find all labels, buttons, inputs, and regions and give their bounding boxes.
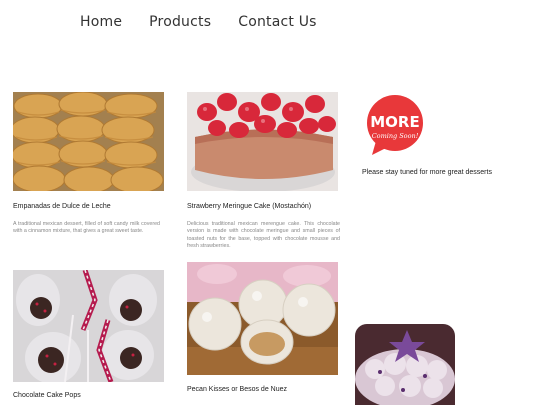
product-title[interactable]: Chocolate Cake Pops bbox=[13, 392, 81, 399]
empanadas-image bbox=[13, 92, 164, 191]
product-description: Delicious traditional mexican merengue c… bbox=[187, 221, 340, 250]
more-coming-soon-badge: MORE Coming Soon! bbox=[366, 95, 424, 157]
nav-products-link[interactable]: Products bbox=[149, 14, 211, 30]
cake-pops-image bbox=[13, 270, 164, 382]
product-title[interactable]: Empanadas de Dulce de Leche bbox=[13, 203, 111, 210]
cupcake-image bbox=[355, 324, 455, 405]
main-nav: Home Products Contact Us bbox=[80, 14, 317, 30]
badge-sub-text: Coming Soon! bbox=[372, 132, 419, 140]
product-description: A traditional mexican dessert, filled of… bbox=[13, 221, 160, 235]
pecan-kisses-image bbox=[187, 262, 338, 375]
nav-contact-link[interactable]: Contact Us bbox=[238, 14, 316, 30]
promo-message: Please stay tuned for more great dessert… bbox=[362, 169, 492, 176]
product-title[interactable]: Strawberry Meringue Cake (Mostachón) bbox=[187, 203, 311, 210]
badge-main-text: MORE bbox=[370, 113, 419, 131]
product-title[interactable]: Pecan Kisses or Besos de Nuez bbox=[187, 386, 287, 393]
strawberry-cake-image bbox=[187, 92, 338, 191]
nav-home-link[interactable]: Home bbox=[80, 14, 122, 30]
